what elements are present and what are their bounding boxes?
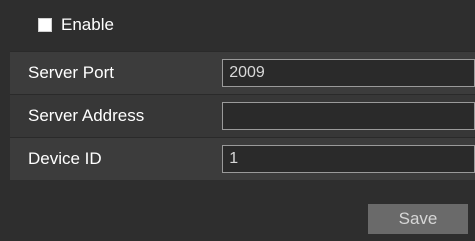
save-button[interactable]: Save	[368, 204, 468, 234]
enable-option[interactable]: Enable	[38, 15, 114, 35]
enable-label: Enable	[61, 15, 114, 34]
enable-checkbox[interactable]	[38, 18, 52, 32]
device-id-input[interactable]	[222, 145, 475, 173]
device-id-label: Device ID	[28, 149, 102, 168]
server-port-input[interactable]	[222, 59, 475, 87]
field-list: Server Port Server Address Device ID	[10, 51, 475, 180]
server-port-label: Server Port	[28, 63, 114, 82]
server-address-row: Server Address	[10, 94, 475, 137]
server-address-input[interactable]	[222, 102, 475, 130]
device-id-row: Device ID	[10, 137, 475, 180]
server-port-row: Server Port	[10, 51, 475, 94]
settings-panel: Enable Server Port Server Address Device…	[0, 0, 475, 241]
server-address-label: Server Address	[28, 106, 145, 125]
